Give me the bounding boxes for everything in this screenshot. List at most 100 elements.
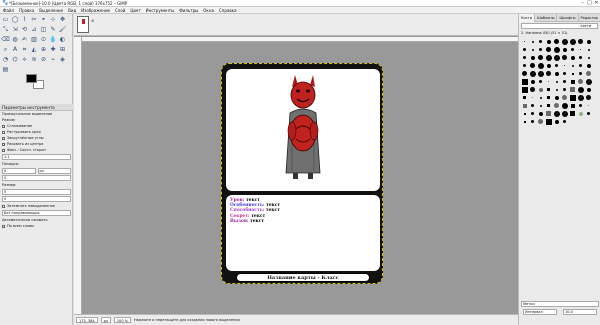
brush-preview[interactable] [577,62,584,69]
tool-button[interactable]: ⤡ [1,25,10,34]
close-button[interactable]: ✕ [593,0,600,6]
brush-preview[interactable] [585,102,592,109]
tool-button[interactable]: ⟡ [20,55,29,64]
brush-preview[interactable] [537,118,544,125]
tool-button[interactable]: ◫ [39,25,48,34]
brush-preview[interactable] [569,78,576,85]
tool-button[interactable]: ⊙ [39,35,48,44]
minimize-button[interactable]: – [579,0,586,6]
brush-preview[interactable] [561,62,568,69]
tool-button[interactable]: ◍ [11,35,20,44]
brush-preview[interactable] [577,38,584,45]
brush-preview[interactable] [521,70,528,77]
brush-preview[interactable] [537,62,544,69]
brush-preview[interactable] [561,94,568,101]
brush-preview[interactable] [585,62,592,69]
brush-preview[interactable] [561,86,568,93]
highlight-option[interactable]: Затемнять невыделенное [0,203,73,209]
maximize-button[interactable]: □ [586,0,593,6]
shrink-merged-checkbox[interactable] [2,224,5,228]
brush-preview[interactable] [569,94,576,101]
tool-button[interactable]: ✚ [49,45,58,54]
brush-preview[interactable] [553,54,560,61]
brush-preview[interactable] [529,102,536,109]
tool-button[interactable]: ⊹ [49,15,58,24]
brush-preview[interactable] [561,54,568,61]
tool-button[interactable]: ✍ [20,35,29,44]
brush-preview[interactable] [545,38,552,45]
brush-preview[interactable] [569,54,576,61]
brush-preview[interactable] [521,46,528,53]
brush-preview[interactable] [569,38,576,45]
tool-button[interactable]: ⌇ [20,15,29,24]
brush-preview[interactable] [545,110,552,117]
brush-preview[interactable] [577,94,584,101]
brush-preview[interactable] [529,70,536,77]
brush-preview[interactable] [577,110,584,117]
brush-preview[interactable] [569,62,576,69]
shrink-merged-option[interactable]: По всем слоям [0,223,73,229]
brush-preview[interactable] [553,46,560,53]
brush-preview[interactable] [553,118,560,125]
brush-preview[interactable] [585,38,592,45]
brush-preview[interactable] [521,54,528,61]
brush-preview[interactable] [537,102,544,109]
brush-preview[interactable] [521,94,528,101]
brush-preview[interactable] [553,62,560,69]
tool-button[interactable]: ⌖ [39,15,48,24]
brush-preview[interactable] [521,38,528,45]
brush-preview[interactable] [529,62,536,69]
tab-brush-editor[interactable]: Редактор кисти [579,13,600,28]
brush-preview[interactable] [537,86,544,93]
brush-preview[interactable] [561,110,568,117]
brush-preview[interactable] [545,86,552,93]
tool-button[interactable]: ◭ [30,45,39,54]
menu-windows[interactable]: Окна [203,8,214,13]
position-y-input[interactable]: 0 [2,175,71,181]
brush-preview[interactable] [585,46,592,53]
zoom-select[interactable]: 100 % [113,317,132,323]
brush-preview[interactable] [529,86,536,93]
position-x-input[interactable]: 0 [2,168,36,174]
menu-view[interactable]: Вид [68,8,76,13]
antialias-checkbox[interactable] [2,124,5,128]
brush-preview[interactable] [561,78,568,85]
brush-preview[interactable] [529,118,536,125]
brush-preview[interactable] [545,118,552,125]
foreground-color-swatch[interactable] [26,74,37,83]
tool-button[interactable]: ⊕ [39,45,48,54]
brush-preview[interactable] [585,78,592,85]
tool-button[interactable]: ◯ [11,15,20,24]
tool-button[interactable]: ◐ [58,35,67,44]
brush-preview[interactable] [537,38,544,45]
menu-edit[interactable]: Правка [19,8,34,13]
menu-filters[interactable]: Фильтры [179,8,198,13]
brush-tag-input[interactable]: Метки [521,301,599,307]
brush-preview[interactable] [577,78,584,85]
brush-preview[interactable] [537,94,544,101]
brush-preview[interactable] [585,70,592,77]
tab-patterns[interactable]: Шаблоны [535,13,558,22]
brush-preview[interactable] [585,54,592,61]
fixed-checkbox[interactable] [2,148,5,152]
brush-preview[interactable] [529,54,536,61]
brush-preview[interactable] [561,38,568,45]
menu-tools[interactable]: Инструменты [146,8,175,13]
canvas-viewport[interactable]: Урон: текст Особенность: текст Способнос… [82,42,518,314]
brush-preview[interactable] [569,70,576,77]
menu-file[interactable]: Файл [3,8,14,13]
tool-button[interactable]: ≋ [30,55,39,64]
brush-preview[interactable] [569,102,576,109]
brush-preview[interactable] [553,86,560,93]
brush-preview[interactable] [577,70,584,77]
brush-preview[interactable] [577,102,584,109]
tool-button[interactable]: ⌬ [11,55,20,64]
tool-button[interactable]: ✂ [30,15,39,24]
brush-preview[interactable] [569,86,576,93]
brush-preview[interactable] [545,54,552,61]
close-tab-icon[interactable]: ⊗ [91,18,94,23]
brush-preview[interactable] [529,110,536,117]
tab-fonts[interactable]: Шрифты [557,13,579,22]
brush-preview[interactable] [545,46,552,53]
tool-button[interactable]: ⇲ [11,25,20,34]
